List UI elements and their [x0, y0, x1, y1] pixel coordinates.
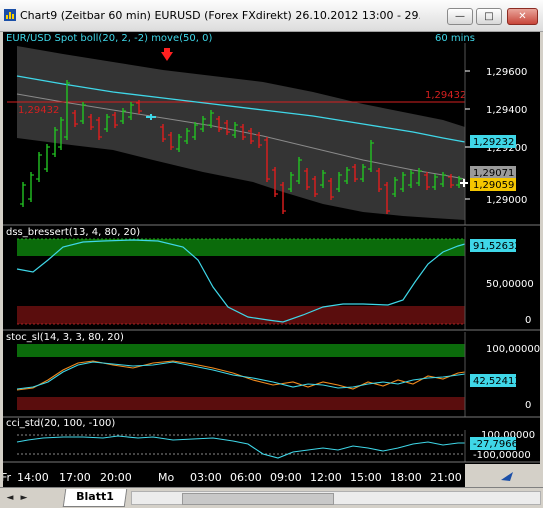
cci-tick-minus100: -100,00000: [473, 450, 531, 461]
price-tick-4: 1,29000: [486, 195, 527, 206]
svg-text:1,29059: 1,29059: [473, 180, 514, 191]
svg-text:1,29071: 1,29071: [473, 168, 514, 179]
price-tick-1: 1,29600: [486, 67, 527, 78]
svg-text:91,52632: 91,52632: [473, 241, 521, 252]
sheet-tab-blatt1[interactable]: Blatt1: [62, 489, 128, 507]
time-label-1700: 17:00: [59, 471, 91, 484]
level-right-label: 1,29432: [425, 90, 466, 101]
window-title: Chart9 (Zeitbar 60 min) EURUSD (Forex FX…: [20, 9, 420, 22]
time-label-1500: 15:00: [350, 471, 382, 484]
stoc-panel-header: stoc_sl(14, 3, 3, 80, 20): [6, 332, 124, 343]
cci-panel-header: cci_std(20, 100, -100): [6, 418, 115, 429]
time-label-mo: Mo: [158, 471, 174, 484]
scrollbar-thumb[interactable]: [182, 493, 334, 505]
time-label-0900: 09:00: [270, 471, 302, 484]
stoc-oversold-zone: [17, 397, 465, 410]
restore-button[interactable]: □: [476, 8, 502, 25]
stoc-overbought-zone: [17, 344, 465, 357]
time-label-fr: Fr: [3, 471, 12, 484]
minimize-button[interactable]: —: [447, 8, 473, 25]
horizontal-scrollbar[interactable]: [131, 491, 541, 505]
stoc-tick-100: 100,00000: [486, 344, 540, 355]
close-button[interactable]: ✕: [507, 8, 538, 25]
app-icon: [4, 9, 16, 21]
dss-tick-0: 0: [525, 315, 531, 326]
dss-panel-header: dss_bressert(13, 4, 80, 20): [6, 227, 140, 238]
dss-oversold-zone: [17, 306, 465, 324]
price-panel-header: EUR/USD Spot boll(20, 2, -2) move(50, 0): [6, 33, 212, 44]
svg-text:-27,79662: -27,79662: [473, 439, 524, 450]
dss-tick-50: 50,00000: [486, 279, 534, 290]
time-label-0300: 03:00: [190, 471, 222, 484]
stoc-signal-line: [16, 360, 466, 391]
time-label-2000: 20:00: [100, 471, 132, 484]
chart-area[interactable]: EUR/USD Spot boll(20, 2, -2) move(50, 0)…: [1, 32, 540, 487]
chart-canvas[interactable]: EUR/USD Spot boll(20, 2, -2) move(50, 0)…: [1, 32, 540, 487]
next-sheet-button[interactable]: ►: [18, 492, 30, 504]
level-left-label: 1,29432: [18, 105, 59, 116]
time-label-1800: 18:00: [390, 471, 422, 484]
time-label-0600: 06:00: [230, 471, 262, 484]
cci-line: [16, 435, 465, 459]
svg-text:1,29232: 1,29232: [473, 137, 514, 148]
stoc-tick-0: 0: [525, 400, 531, 411]
time-label-1400: 14:00: [17, 471, 49, 484]
chart-window: Chart9 (Zeitbar 60 min) EURUSD (Forex FX…: [0, 0, 543, 508]
sheet-tab-bar: ◄ ► Blatt1: [0, 487, 543, 508]
time-label-1200: 12:00: [310, 471, 342, 484]
title-bar[interactable]: Chart9 (Zeitbar 60 min) EURUSD (Forex FX…: [0, 0, 543, 32]
prev-sheet-button[interactable]: ◄: [4, 492, 16, 504]
svg-text:42,52413: 42,52413: [473, 376, 521, 387]
price-tick-2: 1,29400: [486, 105, 527, 116]
interval-label: 60 mins: [435, 33, 475, 44]
time-label-2100: 21:00: [430, 471, 462, 484]
